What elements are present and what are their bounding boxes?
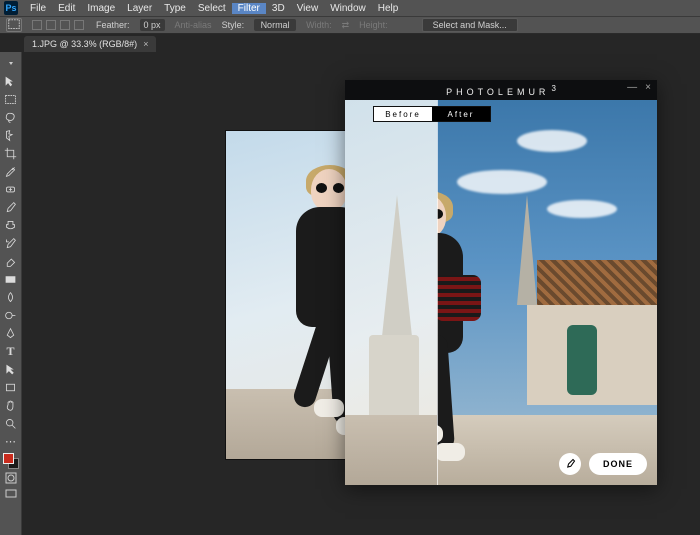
menu-3d[interactable]: 3D <box>266 3 291 14</box>
selection-mode-group <box>32 20 86 30</box>
lasso-tool[interactable] <box>2 108 20 126</box>
statue-icon <box>567 325 597 395</box>
menu-image[interactable]: Image <box>81 3 121 14</box>
tools-panel: T ⋯ <box>0 52 22 535</box>
options-bar: Feather: 0 px Anti-alias Style: Normal W… <box>0 16 700 34</box>
canvas-area: T ⋯ <box>0 52 700 535</box>
selection-add-icon[interactable] <box>46 20 56 30</box>
height-label: Height: <box>359 20 388 30</box>
swap-wh-icon: ⇄ <box>342 20 350 31</box>
menu-help[interactable]: Help <box>372 3 405 14</box>
after-tab[interactable]: After <box>432 107 490 121</box>
history-brush-tool[interactable] <box>2 234 20 252</box>
path-select-tool[interactable] <box>2 360 20 378</box>
type-tool[interactable]: T <box>2 342 20 360</box>
menu-window[interactable]: Window <box>324 3 372 14</box>
document-tab-title: 1.JPG @ 33.3% (RGB/8#) <box>32 39 137 49</box>
menu-type[interactable]: Type <box>158 3 192 14</box>
tool-collapse-icon[interactable] <box>2 54 20 72</box>
selection-sub-icon[interactable] <box>60 20 70 30</box>
before-region <box>345 80 437 485</box>
edit-toolbar-icon[interactable]: ⋯ <box>2 432 20 450</box>
done-button[interactable]: DONE <box>589 453 647 475</box>
document-tab-bar: 1.JPG @ 33.3% (RGB/8#) × <box>0 34 700 52</box>
crop-tool[interactable] <box>2 144 20 162</box>
dodge-tool[interactable] <box>2 306 20 324</box>
selection-int-icon[interactable] <box>74 20 84 30</box>
eraser-tool[interactable] <box>2 252 20 270</box>
after-region <box>437 80 657 485</box>
foreground-color-swatch[interactable] <box>3 453 14 464</box>
rectangle-shape-tool[interactable] <box>2 378 20 396</box>
photolemur-panel: PHOTOLEMUR3 — × Before After DONE <box>345 80 657 485</box>
feather-input[interactable]: 0 px <box>140 19 165 31</box>
document-tab-close-icon[interactable]: × <box>143 39 148 49</box>
menu-file[interactable]: File <box>24 3 52 14</box>
document-tab[interactable]: 1.JPG @ 33.3% (RGB/8#) × <box>24 36 156 52</box>
photolemur-brand: PHOTOLEMUR3 <box>446 84 556 97</box>
panel-minimize-button[interactable]: — <box>627 82 637 93</box>
marquee-tool[interactable] <box>2 90 20 108</box>
compare-divider[interactable] <box>437 80 438 485</box>
before-after-toggle[interactable]: Before After <box>373 106 491 122</box>
menu-view[interactable]: View <box>291 3 325 14</box>
panel-close-button[interactable]: × <box>645 82 651 93</box>
style-select[interactable]: Normal <box>254 19 296 31</box>
quick-mask-icon[interactable] <box>2 470 20 486</box>
menu-bar: Ps File Edit Image Layer Type Select Fil… <box>0 0 700 16</box>
zoom-tool[interactable] <box>2 414 20 432</box>
menu-edit[interactable]: Edit <box>52 3 81 14</box>
ps-logo-icon: Ps <box>4 1 18 15</box>
move-tool[interactable] <box>2 72 20 90</box>
color-swatch[interactable] <box>2 452 20 470</box>
brush-tool[interactable] <box>2 198 20 216</box>
clone-stamp-tool[interactable] <box>2 216 20 234</box>
photolemur-preview[interactable] <box>345 80 657 485</box>
anti-alias-checkbox[interactable]: Anti-alias <box>175 20 212 30</box>
healing-brush-tool[interactable] <box>2 180 20 198</box>
brush-adjust-button[interactable] <box>559 453 581 475</box>
eyedropper-tool[interactable] <box>2 162 20 180</box>
hand-tool[interactable] <box>2 396 20 414</box>
gradient-tool[interactable] <box>2 270 20 288</box>
menu-select[interactable]: Select <box>192 3 232 14</box>
select-and-mask-button[interactable]: Select and Mask... <box>422 18 518 32</box>
quick-select-tool[interactable] <box>2 126 20 144</box>
selection-new-icon[interactable] <box>32 20 42 30</box>
before-tab[interactable]: Before <box>374 107 432 121</box>
menu-layer[interactable]: Layer <box>121 3 158 14</box>
blur-tool[interactable] <box>2 288 20 306</box>
photolemur-title-bar[interactable]: PHOTOLEMUR3 — × <box>345 80 657 100</box>
pen-tool[interactable] <box>2 324 20 342</box>
style-label: Style: <box>222 20 245 30</box>
active-tool-marquee-icon[interactable] <box>6 18 22 32</box>
screen-mode-icon[interactable] <box>2 486 20 502</box>
feather-label: Feather: <box>96 20 130 30</box>
width-label: Width: <box>306 20 332 30</box>
menu-filter[interactable]: Filter <box>232 3 266 14</box>
